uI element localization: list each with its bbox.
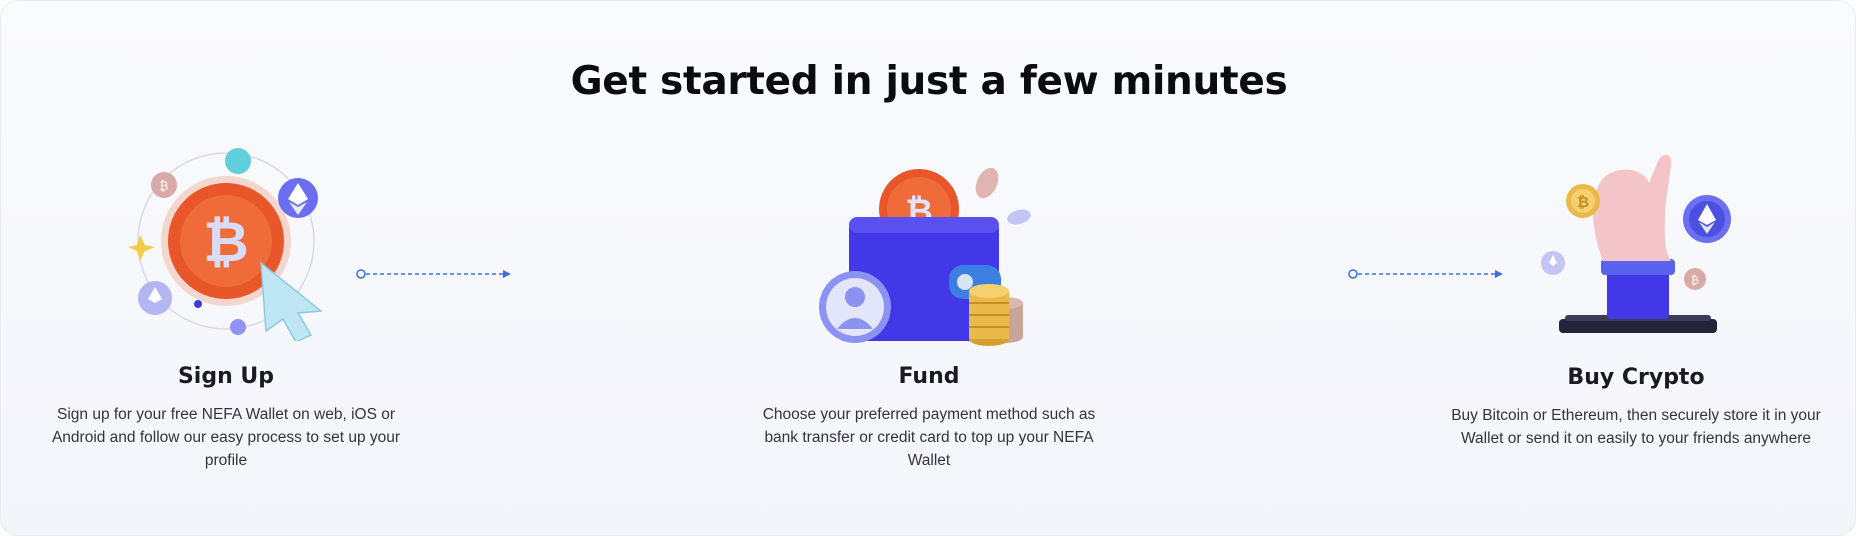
step-title: Sign Up (177, 364, 275, 389)
bitcoin-orbit-icon: ₿ ₿ (128, 148, 323, 341)
step-description: Sign up for your free NEFA Wallet on web… (51, 406, 401, 469)
coin-stack-icon (969, 284, 1023, 346)
step-description: Choose your preferred payment method suc… (762, 406, 1096, 469)
step-fund: Fund Choose your preferred payment metho… (744, 364, 1114, 472)
svg-text:₿: ₿ (203, 210, 249, 275)
step-title: Fund (898, 364, 960, 389)
svg-text:₿: ₿ (1577, 193, 1589, 211)
step-sign-up: Sign Up Sign up for your free NEFA Walle… (41, 364, 411, 472)
svg-text:₿: ₿ (1691, 274, 1699, 287)
wallet-icon: ₿ (819, 167, 1031, 346)
step-description: Buy Bitcoin or Ethereum, then securely s… (1451, 407, 1821, 447)
arrow-right-icon (356, 269, 511, 279)
ethereum-icon (1683, 195, 1731, 243)
hand-coin-icon: ₿ ₿ (1541, 154, 1731, 333)
svg-text:₿: ₿ (160, 179, 169, 193)
get-started-section: Get started in just a few minutes ₿ ₿ ₿ (0, 0, 1856, 536)
step-buy-crypto: Buy Crypto Buy Bitcoin or Ethereum, then… (1451, 365, 1821, 450)
section-title: Get started in just a few minutes (570, 59, 1288, 104)
arrow-right-icon (1348, 269, 1503, 279)
user-avatar-icon (819, 271, 891, 343)
step-title: Buy Crypto (1567, 365, 1705, 390)
